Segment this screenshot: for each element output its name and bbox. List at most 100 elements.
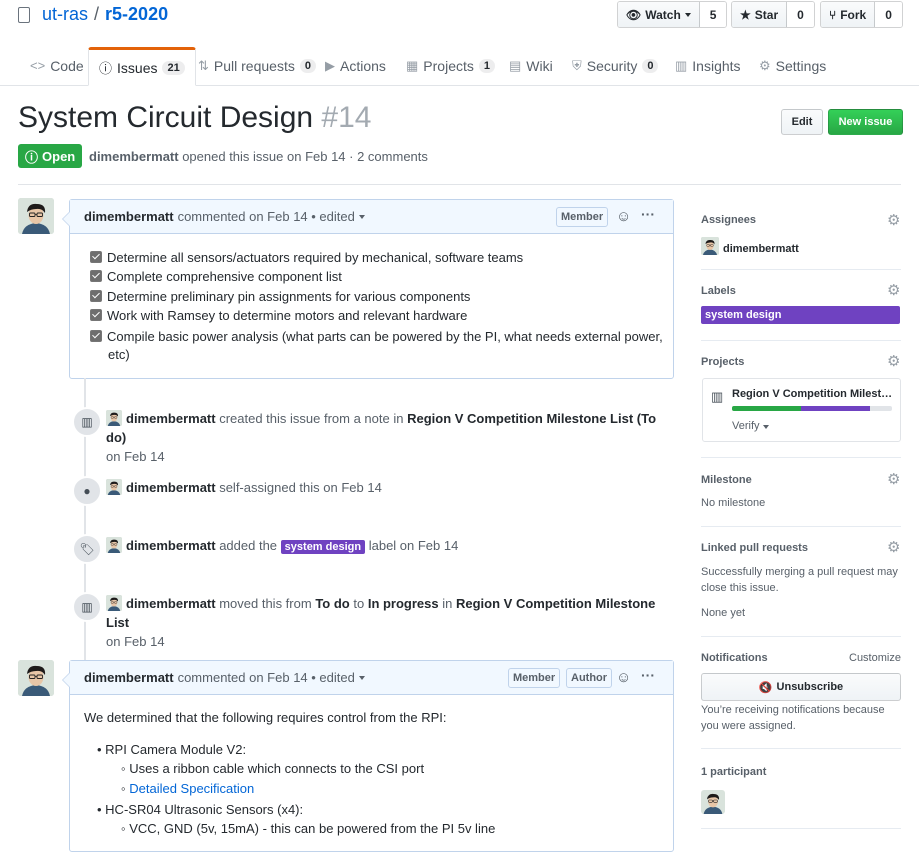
label-system-design[interactable]: system design [701,306,900,324]
repo-breadcrumb: ut-ras / r5-2020 [18,4,168,25]
watch-label: Watch [645,7,681,22]
checkbox-checked[interactable] [90,330,102,342]
list-item: • HC-SR04 Ultrasonic Sensors (x4): [97,802,304,817]
task-text: Work with Ramsey to determine motors and… [107,308,468,323]
actor-link[interactable]: dimembermatt [126,411,216,426]
book-icon: ▤ [509,57,522,73]
tab-wiki[interactable]: ▤ Wiki [509,47,553,84]
actor-link[interactable]: dimembermatt [126,596,216,611]
divider [18,184,901,185]
avatar[interactable] [18,198,54,234]
smiley-icon[interactable]: ☺ [616,669,631,686]
checkbox-checked[interactable] [90,309,102,321]
linked-prs-description: Successfully merging a pull request may c… [701,564,898,596]
issue-meta: dimembermatt opened this issue on Feb 14… [89,149,428,164]
assignee[interactable]: dimembermatt [701,237,799,255]
list-item: ◦ Uses a ribbon cable which connects to … [121,761,425,776]
tab-label: Issues [117,59,158,76]
fork-count[interactable]: 0 [875,2,902,27]
event-time[interactable]: on Feb 14 [106,634,165,649]
tab-projects[interactable]: ▦ Projects 1 [406,47,495,84]
customize-link[interactable]: Customize [849,652,901,664]
list-item: • RPI Camera Module V2: [97,742,247,757]
chevron-down-icon [358,214,365,219]
avatar[interactable] [106,479,122,495]
kebab-horizontal-icon[interactable]: ··· [641,206,655,222]
label-system-design[interactable]: system design [280,540,366,554]
comment-meta[interactable]: commented on Feb 14 • edited [178,670,355,685]
issue-author-link[interactable]: dimembermatt [89,149,179,164]
avatar[interactable] [701,790,725,814]
project-status-dropdown[interactable]: Verify [732,420,769,432]
gear-icon[interactable]: ⚙ [887,472,901,487]
comment-author-link[interactable]: dimembermatt [84,670,174,685]
tab-settings[interactable]: ⚙ Settings [759,47,826,84]
project-card[interactable]: ▥ Region V Competition Milest… Verify [702,378,901,442]
tab-label: Pull requests [213,57,295,74]
tab-label: Insights [692,57,741,74]
divider [701,269,901,270]
play-icon: ▶ [325,57,335,73]
mute-icon: 🔇 [758,681,773,694]
progress-in-progress [800,406,870,411]
event-time[interactable]: on Feb 14 [106,449,165,464]
project-progress-bar [732,406,892,411]
project-icon: ▥ [72,407,102,437]
comment-paragraph: We determined that the following require… [84,710,447,725]
comment-author-link[interactable]: dimembermatt [84,209,174,224]
star-count[interactable]: 0 [787,2,814,27]
gear-icon[interactable]: ⚙ [887,213,901,228]
tab-security[interactable]: ⛨ Security 0 [572,47,659,84]
smiley-icon[interactable]: ☺ [616,208,631,225]
tab-code[interactable]: <> Code [30,47,84,84]
tab-insights[interactable]: ▥ Insights [675,47,741,84]
checkbox-checked[interactable] [90,290,102,302]
gear-icon[interactable]: ⚙ [887,540,901,555]
linked-prs-heading: Linked pull requests [701,542,808,554]
task-text: Determine all sensors/actuators required… [107,250,524,265]
comment-meta[interactable]: commented on Feb 14 • edited [178,209,355,224]
tag-icon: 🏷 [72,534,102,564]
tab-issues[interactable]: ⓘ Issues 21 [88,47,196,86]
event-text: self-assigned this on Feb 14 [219,480,382,495]
project-name[interactable]: Region V Competition Milest… [732,388,892,400]
checkbox-checked[interactable] [90,270,102,282]
tab-counter: 0 [642,58,659,73]
actor-link[interactable]: dimembermatt [126,480,216,495]
checkbox-checked[interactable] [90,251,102,263]
chevron-down-icon [762,425,769,429]
detailed-specification-link[interactable]: Detailed Specification [129,781,254,796]
tab-label: Security [586,57,638,74]
star-button[interactable]: ★ Star [732,2,788,27]
tab-pull-requests[interactable]: ⇅ Pull requests 0 [198,47,316,84]
divider [701,636,901,637]
avatar[interactable] [106,537,122,553]
avatar[interactable] [18,660,54,696]
progress-done [732,406,801,411]
unsubscribe-button[interactable]: 🔇 Unsubscribe [701,673,901,701]
member-badge: Member [556,207,609,227]
kebab-horizontal-icon[interactable]: ··· [641,667,655,683]
divider [701,526,901,527]
watch-button[interactable]: 👁 Watch [618,2,700,27]
event-text: moved this from [219,596,312,611]
project-link[interactable]: Region V Competition Milestone List [407,411,633,426]
actor-link[interactable]: dimembermatt [126,538,216,553]
new-issue-button[interactable]: New issue [828,109,903,135]
gear-icon[interactable]: ⚙ [887,354,901,369]
edit-button[interactable]: Edit [781,109,823,135]
fork-label: Fork [840,7,867,22]
watch-count[interactable]: 5 [699,2,727,27]
tab-actions[interactable]: ▶ Actions [325,47,386,84]
avatar[interactable] [106,410,122,426]
repo-owner-link[interactable]: ut-ras [42,4,88,25]
gear-icon[interactable]: ⚙ [887,283,901,298]
repo-name-link[interactable]: r5-2020 [105,4,168,25]
tab-label: Settings [775,57,827,74]
event-text: in [442,596,453,611]
fork-button[interactable]: ⑂ Fork [821,2,876,27]
divider [701,340,901,341]
participants-heading: 1 participant [701,766,767,778]
avatar[interactable] [106,595,122,611]
comment-header: dimembermatt commented on Feb 14 • edite… [70,200,673,234]
